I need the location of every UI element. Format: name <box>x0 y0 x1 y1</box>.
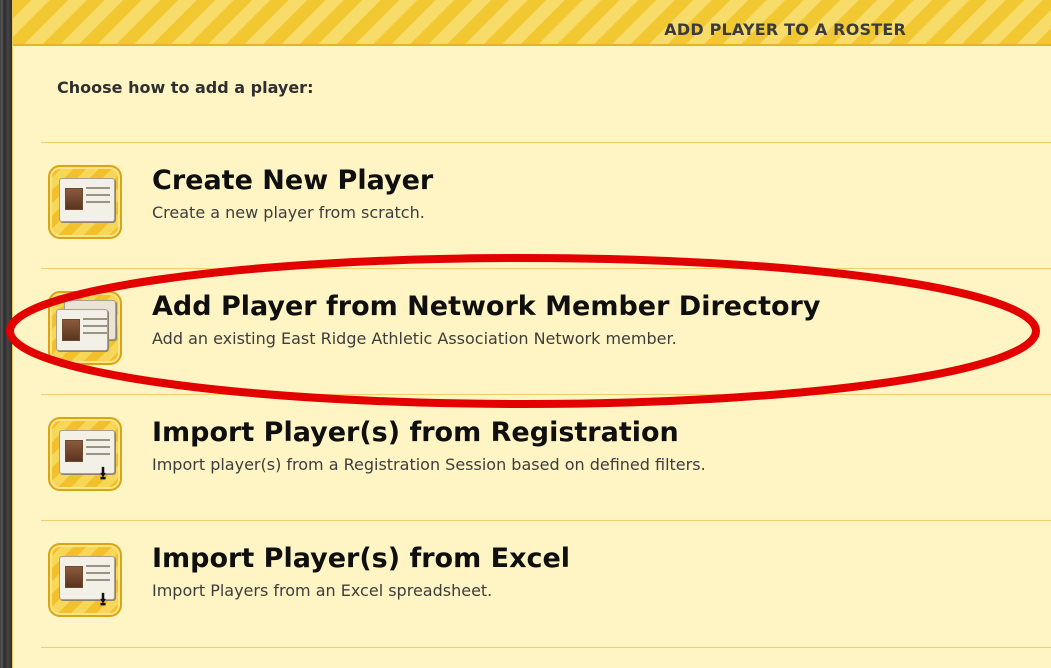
player-directory-icon <box>48 291 122 365</box>
option-title: Import Player(s) from Excel <box>152 543 571 574</box>
import-from-registration-option[interactable]: ⭳ Import Player(s) from Registration Imp… <box>41 395 1051 519</box>
option-title: Import Player(s) from Registration <box>152 417 679 448</box>
option-description: Create a new player from scratch. <box>152 203 425 222</box>
divider <box>41 647 1051 648</box>
import-from-excel-option[interactable]: ⭳ Import Player(s) from Excel Import Pla… <box>41 521 1051 645</box>
download-arrow-icon: ⭳ <box>99 463 107 484</box>
dialog-title: ADD PLAYER TO A ROSTER <box>664 20 906 39</box>
player-card-icon <box>48 165 122 239</box>
window-left-edge <box>0 0 12 668</box>
option-title: Add Player from Network Member Directory <box>152 291 821 322</box>
option-title: Create New Player <box>152 165 434 196</box>
option-description: Add an existing East Ridge Athletic Asso… <box>152 329 677 348</box>
player-import-icon: ⭳ <box>48 543 122 617</box>
option-description: Import Players from an Excel spreadsheet… <box>152 581 493 600</box>
create-new-player-option[interactable]: Create New Player Create a new player fr… <box>41 143 1051 267</box>
add-player-dialog: ADD PLAYER TO A ROSTER Choose how to add… <box>12 0 1051 668</box>
add-from-directory-option[interactable]: Add Player from Network Member Directory… <box>41 269 1051 393</box>
choose-prompt: Choose how to add a player: <box>57 78 314 97</box>
player-import-icon: ⭳ <box>48 417 122 491</box>
dialog-header: ADD PLAYER TO A ROSTER <box>13 0 1051 46</box>
download-arrow-icon: ⭳ <box>99 589 107 610</box>
option-description: Import player(s) from a Registration Ses… <box>152 455 706 474</box>
